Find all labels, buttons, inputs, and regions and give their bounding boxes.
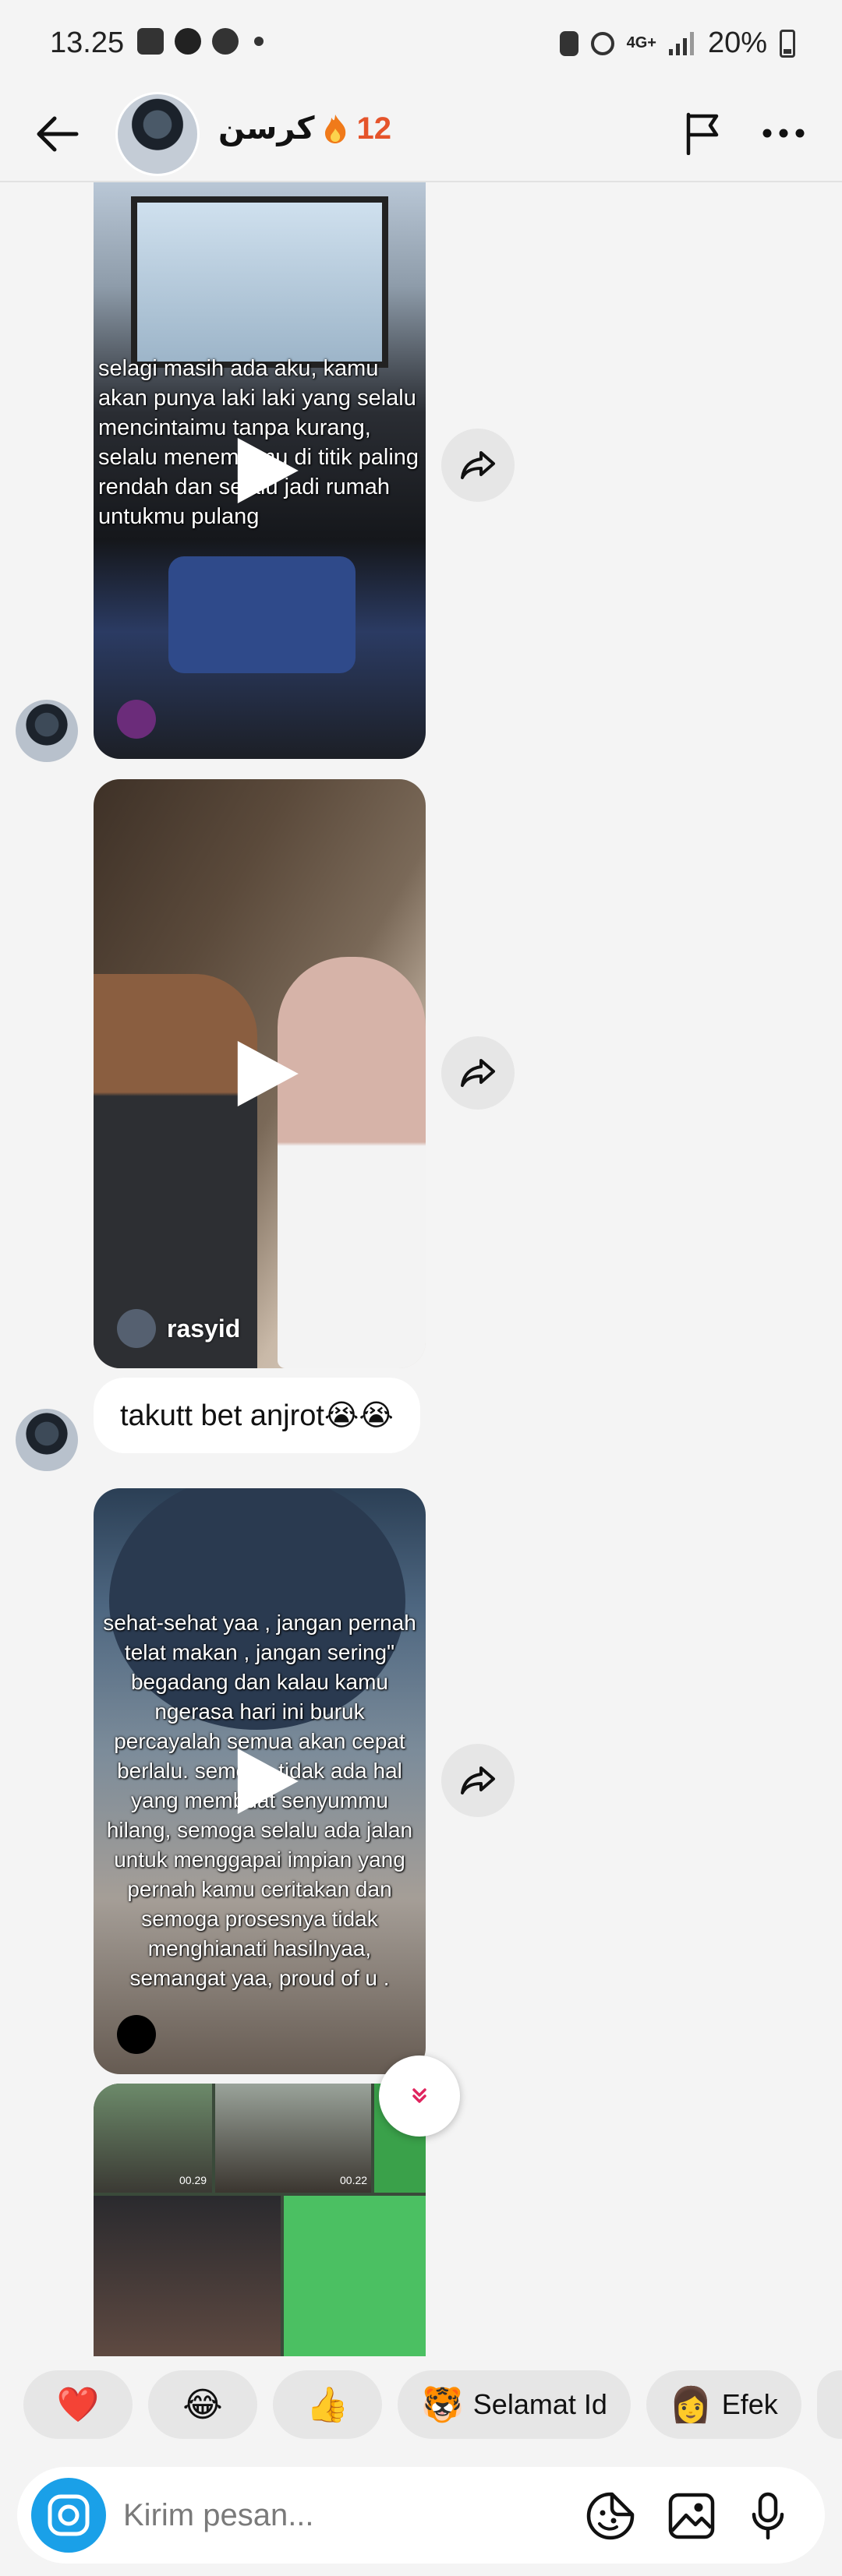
contact-avatar[interactable] [115, 92, 200, 176]
message-composer [17, 2467, 825, 2564]
messenger-notification-icon [212, 28, 239, 55]
creator-name: rasyid [167, 1314, 241, 1343]
network-type: 4G+ [626, 34, 656, 51]
voice-button[interactable] [742, 2490, 794, 2542]
sticker-button[interactable] [585, 2490, 636, 2542]
video-message[interactable]: selagi masih ada aku, kamu akan punya la… [94, 182, 426, 759]
laughing-face-icon: 😂 [182, 2384, 223, 2425]
video-footer [117, 700, 156, 739]
bus-window [131, 196, 388, 368]
message-input[interactable] [123, 2490, 560, 2540]
reaction-laugh[interactable]: 😂 [148, 2370, 257, 2439]
play-icon[interactable] [233, 1036, 303, 1111]
contact-title[interactable]: كرسن 12 [218, 111, 391, 146]
more-horizontal-icon [762, 129, 805, 138]
play-icon[interactable] [233, 1744, 303, 1819]
quick-reactions-bar: ❤️ 😂 👍 🐯 Selamat Id 👩 Efek [0, 2370, 842, 2456]
share-button[interactable] [441, 429, 515, 502]
sticker-icon [586, 2492, 635, 2540]
more-chip[interactable] [816, 2370, 842, 2439]
video-message[interactable]: rasyid [94, 779, 426, 1368]
status-bar: 13.25 4G+ 20% [0, 0, 842, 86]
arrow-left-icon [37, 116, 79, 152]
gallery-button[interactable] [666, 2490, 717, 2542]
video-message[interactable]: 00.29 00.22 [94, 2084, 426, 2356]
video-footer [117, 2015, 156, 2054]
creator-avatar [117, 700, 156, 739]
share-arrow-icon [461, 1766, 495, 1794]
more-notifications-dot [254, 37, 264, 46]
text-message[interactable]: takutt bet anjrot😭😭 [94, 1378, 420, 1453]
effects-chip[interactable]: 👩 Efek [646, 2370, 801, 2439]
thumbs-up-icon: 👍 [306, 2385, 349, 2425]
streak-count: 12 [356, 111, 391, 146]
vibrate-icon [559, 30, 578, 56]
thumb-duration: 00.29 [179, 2174, 207, 2186]
sender-avatar[interactable] [16, 1409, 78, 1471]
thumb-duration: 00.22 [340, 2174, 368, 2186]
play-icon[interactable] [233, 433, 303, 508]
gallery-notification-icon [137, 28, 164, 55]
battery-percent: 20% [707, 26, 767, 59]
status-right-icons: 4G+ 20% [559, 26, 795, 60]
double-chevron-down-icon [412, 2088, 426, 2103]
scroll-to-bottom-button[interactable] [379, 2056, 460, 2137]
creator-avatar [117, 1309, 156, 1348]
person-hijab [278, 957, 426, 1368]
battery-icon [780, 29, 795, 58]
video-footer: rasyid [117, 1309, 240, 1348]
chat-header: كرسن 12 [0, 86, 842, 182]
share-button[interactable] [441, 1744, 515, 1817]
share-arrow-icon [461, 451, 495, 479]
image-icon [668, 2493, 715, 2539]
back-button[interactable] [30, 109, 84, 159]
chip-label: Selamat Id [472, 2388, 607, 2420]
video-message[interactable]: sehat-sehat yaa , jangan pernah telat ma… [94, 1488, 426, 2074]
report-button[interactable] [675, 106, 730, 161]
status-left-icons [137, 28, 264, 55]
camera-icon [48, 2494, 90, 2536]
camera-button[interactable] [31, 2478, 106, 2553]
status-time: 13.25 [50, 26, 125, 59]
share-arrow-icon [461, 1059, 495, 1087]
fire-icon [325, 115, 346, 143]
face-effect-icon: 👩 [669, 2385, 713, 2425]
tiktok-notification-icon [175, 28, 201, 55]
share-button[interactable] [441, 1036, 515, 1110]
sender-avatar[interactable] [16, 700, 78, 762]
more-options-button[interactable] [756, 106, 811, 161]
tiger-icon: 🐯 [421, 2385, 464, 2425]
creator-avatar [117, 2015, 156, 2054]
signal-icon [668, 31, 694, 55]
hotspot-icon [590, 31, 614, 55]
collage-photo [284, 2196, 426, 2356]
contact-name: كرسن [218, 111, 315, 146]
reaction-heart[interactable]: ❤️ [23, 2370, 133, 2439]
flag-icon [686, 112, 719, 155]
heart-icon: ❤️ [56, 2385, 100, 2425]
reaction-thumbs-up[interactable]: 👍 [273, 2370, 382, 2439]
chip-label: Efek [721, 2388, 778, 2420]
sticker-selamat-id[interactable]: 🐯 Selamat Id [398, 2370, 631, 2439]
bus-seat [168, 556, 356, 673]
chat-messages[interactable]: selagi masih ada aku, kamu akan punya la… [0, 182, 842, 2356]
microphone-icon [752, 2492, 784, 2540]
collage-photo [94, 2196, 281, 2356]
